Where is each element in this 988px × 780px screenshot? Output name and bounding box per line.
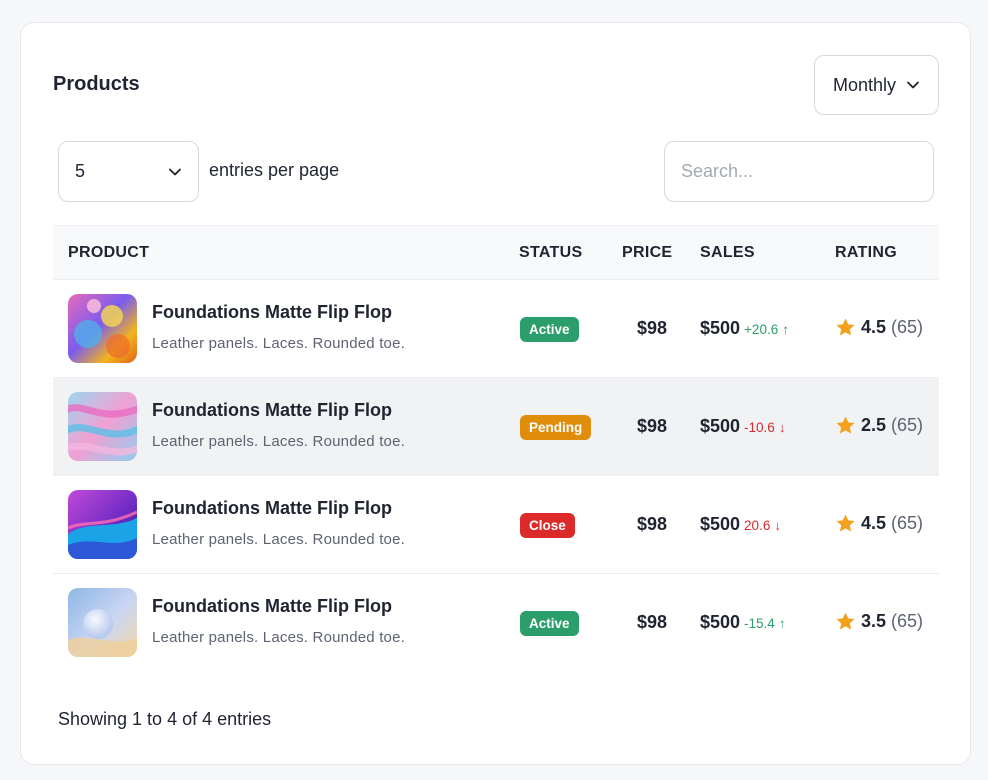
product-description: Leather panels. Laces. Rounded toe.	[152, 433, 406, 450]
entries-per-page-label: entries per page	[209, 160, 340, 180]
products-table: PRODUCT STATUS PRICE SALES RATING Founda…	[53, 225, 939, 672]
product-thumbnail	[68, 588, 137, 657]
product-thumbnail	[68, 490, 137, 559]
product-thumbnail	[68, 294, 137, 363]
star-icon	[836, 416, 855, 434]
sales-value: $500	[700, 318, 741, 338]
star-icon	[836, 318, 855, 336]
rating-value: 4.5	[861, 317, 887, 337]
product-description: Leather panels. Laces. Rounded toe.	[152, 335, 406, 352]
product-name[interactable]: Foundations Matte Flip Flop	[152, 400, 392, 421]
entries-per-page-value: 5	[75, 161, 86, 181]
sales-cell: $500 -10.6 ↓	[700, 416, 786, 437]
arrow-up-icon: ↑	[782, 322, 789, 337]
column-header-product[interactable]: PRODUCT	[68, 244, 149, 262]
star-icon	[836, 612, 855, 630]
rating-count: (65)	[891, 513, 924, 533]
price-value: $98	[637, 514, 668, 534]
rating-cell: 2.5 (65)	[835, 415, 923, 436]
column-header-status[interactable]: STATUS	[519, 244, 582, 262]
table-row[interactable]: Foundations Matte Flip Flop Leather pane…	[53, 280, 939, 378]
sales-value: $500	[700, 416, 741, 436]
page-title: Products	[53, 73, 140, 95]
table-row[interactable]: Foundations Matte Flip Flop Leather pane…	[53, 574, 939, 672]
table-row[interactable]: Foundations Matte Flip Flop Leather pane…	[53, 476, 939, 574]
sales-trend: 20.6 ↓	[744, 518, 781, 533]
star-icon	[836, 514, 855, 532]
status-badge: Pending	[520, 415, 592, 440]
sales-trend-value: -10.6	[744, 420, 775, 435]
product-name[interactable]: Foundations Matte Flip Flop	[152, 596, 392, 617]
search-input[interactable]	[664, 141, 934, 202]
sales-cell: $500 +20.6 ↑	[700, 318, 789, 339]
status-badge: Active	[520, 611, 579, 636]
arrow-down-icon: ↓	[778, 420, 786, 435]
chevron-down-icon	[906, 78, 920, 92]
product-name[interactable]: Foundations Matte Flip Flop	[152, 498, 392, 519]
rating-count: (65)	[891, 611, 924, 631]
sales-trend-value: 20.6	[744, 518, 771, 533]
product-description: Leather panels. Laces. Rounded toe.	[152, 629, 406, 646]
column-header-sales[interactable]: SALES	[700, 244, 755, 262]
products-card: Products Monthly 5 entries per page PROD…	[20, 22, 971, 765]
product-thumbnail	[68, 392, 137, 461]
sales-value: $500	[700, 612, 741, 632]
column-header-price[interactable]: PRICE	[622, 244, 672, 262]
price-value: $98	[637, 318, 668, 338]
period-dropdown-label: Monthly	[832, 74, 897, 95]
sales-cell: $500 20.6 ↓	[700, 514, 781, 535]
arrow-up-icon: ↑	[778, 616, 786, 631]
rating-count: (65)	[891, 415, 924, 435]
sales-trend-value: -15.4	[744, 616, 775, 631]
sales-cell: $500 -15.4 ↑	[700, 612, 786, 633]
product-name[interactable]: Foundations Matte Flip Flop	[152, 302, 392, 323]
column-header-rating[interactable]: RATING	[835, 244, 897, 262]
status-badge: Close	[520, 513, 575, 538]
sales-trend-value: +20.6	[744, 322, 779, 337]
rating-value: 4.5	[861, 513, 887, 533]
rating-cell: 3.5 (65)	[835, 611, 923, 632]
pagination-summary: Showing 1 to 4 of 4 entries	[58, 709, 272, 729]
rating-count: (65)	[891, 317, 924, 337]
sales-trend: -15.4 ↑	[744, 616, 786, 631]
rating-cell: 4.5 (65)	[835, 513, 923, 534]
entries-per-page-select[interactable]: 5	[58, 141, 199, 202]
sales-value: $500	[700, 514, 741, 534]
rating-value: 2.5	[861, 415, 887, 435]
sales-trend: -10.6 ↓	[744, 420, 786, 435]
product-description: Leather panels. Laces. Rounded toe.	[152, 531, 406, 548]
arrow-down-icon: ↓	[774, 518, 782, 533]
rating-cell: 4.5 (65)	[835, 317, 923, 338]
chevron-down-icon	[168, 165, 182, 179]
sales-trend: +20.6 ↑	[744, 322, 789, 337]
status-badge: Active	[520, 317, 579, 342]
period-dropdown[interactable]: Monthly	[814, 55, 939, 115]
table-header: PRODUCT STATUS PRICE SALES RATING	[53, 226, 939, 280]
price-value: $98	[637, 416, 668, 436]
rating-value: 3.5	[861, 611, 887, 631]
price-value: $98	[637, 612, 668, 632]
table-row[interactable]: Foundations Matte Flip Flop Leather pane…	[53, 378, 939, 476]
